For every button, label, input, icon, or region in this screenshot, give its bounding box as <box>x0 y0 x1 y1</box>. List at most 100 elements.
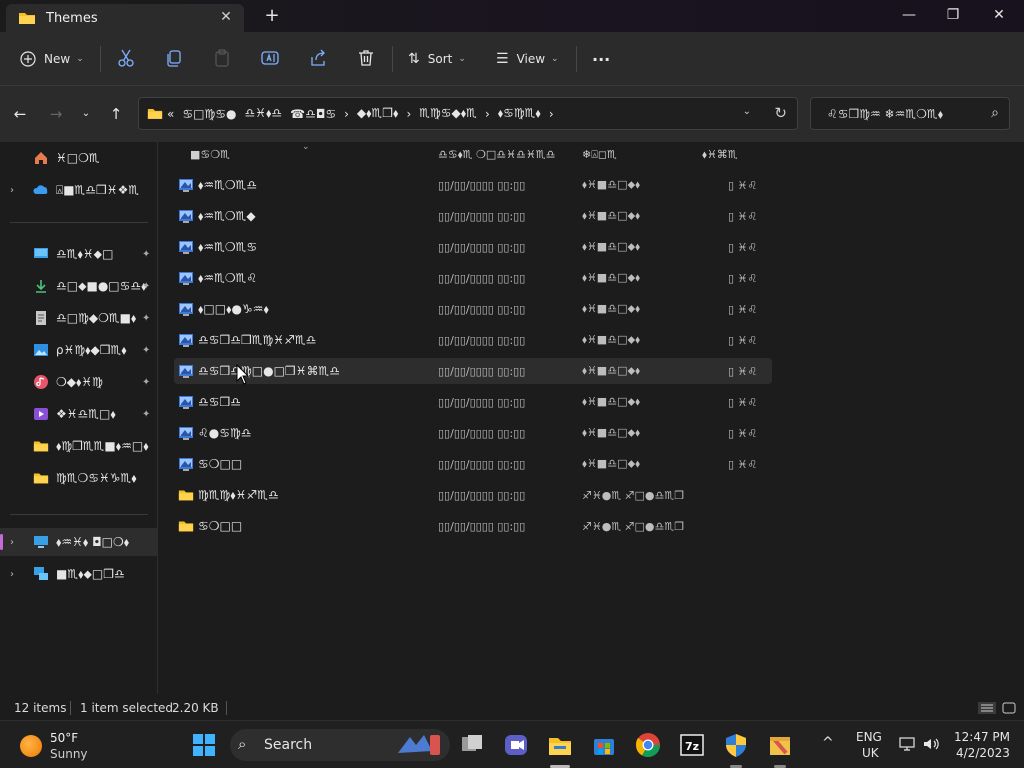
maximize-button[interactable]: ❐ <box>930 4 976 26</box>
breadcrumb-item[interactable]: ☎︎♎︎◘︎♋︎ <box>290 107 336 121</box>
sidebar-item-folder[interactable]: ⬧︎♍︎❒︎♏︎♏︎■︎⬧︎♒︎□︎⬧︎ <box>0 432 158 460</box>
security-shield-icon[interactable] <box>722 731 750 759</box>
archive-app-icon[interactable] <box>766 731 794 759</box>
expand-chevron-icon[interactable]: › <box>10 537 14 548</box>
more-options-button[interactable]: ··· <box>592 45 610 73</box>
chrome-icon[interactable] <box>634 731 662 759</box>
cut-icon[interactable] <box>116 48 136 68</box>
file-row[interactable]: ♋︎❍︎□︎□︎ ▯▯/▯▯/▯▯▯▯ ▯▯:▯▯ ⬧︎♓︎■︎♎︎□︎⬥︎⬧︎ ▯ … <box>174 451 772 477</box>
sidebar-item-label: ♓︎□︎❍︎♏︎ <box>56 151 100 165</box>
taskbar-search[interactable]: ⌕ Search <box>230 729 450 761</box>
file-row[interactable]: ⬧︎♒︎♏︎❍︎♏︎♌︎ ▯▯/▯▯/▯▯▯▯ ▯▯:▯▯ ⬧︎♓︎■︎♎︎□︎⬥︎… <box>174 265 772 291</box>
sidebar-item-desktop[interactable]: ♎︎♏︎⬧︎♓︎⬥︎□︎ ✦ <box>0 240 158 268</box>
column-header-type[interactable]: ❄︎⍓︎◻︎♏︎ <box>582 148 617 162</box>
breadcrumb-separator[interactable]: › <box>344 107 349 121</box>
file-row[interactable]: ♎︎♋︎❒︎♎︎♍︎□︎●︎□︎❒︎♓︎⌘︎♏︎♎︎ ▯▯/▯▯/▯▯▯▯ ▯▯:… <box>174 358 772 384</box>
breadcrumb-item[interactable]: ♋︎□︎♍︎♋︎●︎ <box>182 107 236 121</box>
file-row[interactable]: ⬧︎□︎□︎⬧︎●︎♑︎♒︎⬧︎ ▯▯/▯▯/▯▯▯▯ ▯▯:▯▯ ⬧︎♓︎■︎♎︎… <box>174 296 772 322</box>
pin-icon: ✦ <box>142 344 151 356</box>
expand-chevron-icon[interactable]: › <box>10 569 14 580</box>
sidebar-item-this-pc[interactable]: › ⬧︎♒︎♓︎⬧︎ ◘︎□︎❍︎⬧︎ <box>0 528 158 556</box>
file-row[interactable]: ♌︎●︎♋︎♍︎♎︎ ▯▯/▯▯/▯▯▯▯ ▯▯:▯▯ ⬧︎♓︎■︎♎︎□︎⬥︎⬧︎… <box>174 420 772 446</box>
tiles-view-icon[interactable] <box>1002 702 1016 714</box>
divider <box>392 46 393 72</box>
back-arrow-icon[interactable]: ← <box>10 104 30 124</box>
windows-start-icon[interactable] <box>190 731 218 759</box>
address-dropdown-icon[interactable]: ⌄ <box>743 106 751 117</box>
sidebar-item-pictures[interactable]: ⍴︎♓︎♍︎⬧︎◆︎❒︎♏︎⬧︎ ✦ <box>0 336 158 364</box>
breadcrumb-separator[interactable]: › <box>549 107 554 121</box>
breadcrumb-separator[interactable]: › <box>406 107 411 121</box>
sidebar-item-music[interactable]: ❍︎◆︎⬧︎♓︎♍︎ ✦ <box>0 368 158 396</box>
sidebar-item-documents[interactable]: ♎︎□︎♍︎◆︎❍︎♏︎■︎⬧︎ ✦ <box>0 304 158 332</box>
delete-icon[interactable] <box>356 48 376 68</box>
videos-icon <box>34 408 48 420</box>
rename-icon[interactable] <box>260 48 280 68</box>
microsoft-store-icon[interactable] <box>590 731 618 759</box>
column-header-date[interactable]: ♎︎♋︎⬧︎♏︎ ❍︎□︎♎︎♓︎♎︎♓︎♏︎♎︎ <box>438 148 555 162</box>
window-tab[interactable]: Themes ✕ <box>6 4 244 32</box>
file-name: ♍︎♏︎♍︎⬧︎♓︎♐︎♏︎♎︎ <box>198 487 279 502</box>
sidebar-item-label: ♎︎□︎⬥︎■︎●︎□︎♋︎♎︎⬧︎ <box>56 278 147 293</box>
sidebar-item-network[interactable]: › ■︎♏︎⬧︎⬥︎□︎❒︎♎︎ <box>0 560 158 588</box>
file-row[interactable]: ♎︎♋︎❒︎♎︎ ▯▯/▯▯/▯▯▯▯ ▯▯:▯▯ ⬧︎♓︎■︎♎︎□︎⬥︎⬧︎ ▯ … <box>174 389 772 415</box>
close-tab-button[interactable]: ✕ <box>218 9 234 25</box>
clock-date[interactable]: 4/2/2023 <box>956 746 1010 768</box>
file-row[interactable]: ⬧︎♒︎♏︎❍︎♏︎◆︎ ▯▯/▯▯/▯▯▯▯ ▯▯:▯▯ ⬧︎♓︎■︎♎︎□︎⬥︎… <box>174 203 772 229</box>
refresh-icon[interactable]: ↻ <box>774 104 787 122</box>
recent-chevron-icon[interactable]: ⌄ <box>76 104 96 124</box>
sidebar-item-downloads[interactable]: ♎︎□︎⬥︎■︎●︎□︎♋︎♎︎⬧︎ ✦ <box>0 272 158 300</box>
column-header-size[interactable]: ⬧︎♓︎⌘︎♏︎ <box>702 148 738 162</box>
file-date: ▯▯/▯▯/▯▯▯▯ ▯▯:▯▯ <box>438 426 526 440</box>
copy-icon[interactable] <box>164 48 184 68</box>
details-view-icon[interactable] <box>978 702 996 714</box>
file-row[interactable]: ♎︎♋︎❒︎♎︎❒︎♏︎♍︎♓︎♐︎♏︎♎︎ ▯▯/▯▯/▯▯▯▯ ▯▯:▯▯ ⬧︎… <box>174 327 772 353</box>
file-row[interactable]: ♍︎♏︎♍︎⬧︎♓︎♐︎♏︎♎︎ ▯▯/▯▯/▯▯▯▯ ▯▯:▯▯ ♐︎♓︎●︎♏︎… <box>174 482 772 508</box>
volume-icon[interactable] <box>922 736 940 752</box>
address-bar[interactable]: « ♋︎□︎♍︎♋︎●︎ ♎︎♓︎⬧︎♎︎ ☎︎♎︎◘︎♋︎ › ◆︎⬧︎♏︎❒… <box>138 97 798 130</box>
file-row[interactable]: ♋︎❍︎□︎□︎ ▯▯/▯▯/▯▯▯▯ ▯▯:▯▯ ♐︎♓︎●︎♏︎ ♐︎□︎●︎♎… <box>174 513 772 539</box>
new-button[interactable]: New ⌄ <box>20 45 84 73</box>
close-window-button[interactable]: ✕ <box>976 4 1022 26</box>
sidebar-item-videos[interactable]: ❖︎♓︎♎︎♏︎□︎⬧︎ ✦ <box>0 400 158 428</box>
home-icon <box>35 152 47 164</box>
file-name: ♌︎●︎♋︎♍︎♎︎ <box>198 426 252 440</box>
view-button[interactable]: ☰ View ⌄ <box>496 45 559 73</box>
weather-widget[interactable]: 50°F Sunny <box>20 731 140 761</box>
onedrive-icon <box>33 185 48 194</box>
breadcrumb-item[interactable]: ⬧︎♋︎♍︎♏︎⬧︎ <box>498 106 541 121</box>
breadcrumb-item[interactable]: ♎︎♓︎⬧︎♎︎ <box>244 106 282 121</box>
language-indicator-bottom[interactable]: UK <box>862 746 879 768</box>
file-row[interactable]: ⬧︎♒︎♏︎❍︎♏︎♋︎ ▯▯/▯▯/▯▯▯▯ ▯▯:▯▯ ⬧︎♓︎■︎♎︎□︎⬥︎… <box>174 234 772 260</box>
breadcrumb-item[interactable]: ♏︎♍︎♋︎◆︎⬧︎♏︎ <box>419 106 477 121</box>
sidebar-item-label: ⍴︎♓︎♍︎⬧︎◆︎❒︎♏︎⬧︎ <box>56 342 127 357</box>
file-date: ▯▯/▯▯/▯▯▯▯ ▯▯:▯▯ <box>438 240 526 254</box>
breadcrumb: « ♋︎□︎♍︎♋︎●︎ ♎︎♓︎⬧︎♎︎ ☎︎♎︎◘︎♋︎ › ◆︎⬧︎♏︎❒… <box>147 98 562 129</box>
new-tab-button[interactable]: + <box>262 6 282 26</box>
divider <box>576 46 577 72</box>
sidebar-item-folder[interactable]: ♍︎♏︎❍︎♋︎♓︎♑︎♏︎⬧︎ <box>0 464 158 492</box>
7zip-icon[interactable]: 7z <box>678 731 706 759</box>
network-status-icon[interactable] <box>898 736 916 752</box>
file-row[interactable]: ⬧︎♒︎♏︎❍︎♏︎♎︎ ▯▯/▯▯/▯▯▯▯ ▯▯:▯▯ ⬧︎♓︎■︎♎︎□︎⬥︎… <box>174 172 772 198</box>
share-icon[interactable] <box>308 48 328 68</box>
up-arrow-icon[interactable]: ↑ <box>106 104 126 124</box>
sort-button[interactable]: ⇅ Sort ⌄ <box>408 45 466 73</box>
column-header-name[interactable]: ■︎♋︎❍︎♏︎ <box>190 148 230 161</box>
teams-chat-icon[interactable] <box>502 731 530 759</box>
breadcrumb-item[interactable]: ◆︎⬧︎♏︎❒︎⬧︎ <box>357 106 399 121</box>
sidebar-item-home[interactable]: ♓︎□︎❍︎♏︎ <box>0 144 158 172</box>
task-view-icon[interactable] <box>458 731 486 759</box>
sidebar-item-onedrive[interactable]: › ⍓︎■︎♏︎♎︎❒︎♓︎❖︎♏︎ <box>0 176 158 204</box>
expand-chevron-icon[interactable]: › <box>10 185 14 196</box>
breadcrumb-overflow[interactable]: « <box>167 107 174 121</box>
minimize-button[interactable]: — <box>886 4 932 26</box>
file-name: ⬧︎♒︎♏︎❍︎♏︎♋︎ <box>198 239 258 254</box>
file-explorer-icon[interactable] <box>546 731 574 759</box>
search-box[interactable]: ♌︎♋︎❒︎♍︎♒︎ ❄︎♒︎♏︎❍︎♏︎⬧︎ ⌕ <box>810 97 1010 130</box>
show-hidden-icons-chevron[interactable]: ^ <box>822 735 834 768</box>
breadcrumb-separator[interactable]: › <box>485 107 490 121</box>
forward-arrow-icon[interactable]: → <box>46 104 66 124</box>
title-bar: Themes ✕ + — ❐ ✕ <box>0 0 1024 32</box>
paste-icon[interactable] <box>212 48 232 68</box>
